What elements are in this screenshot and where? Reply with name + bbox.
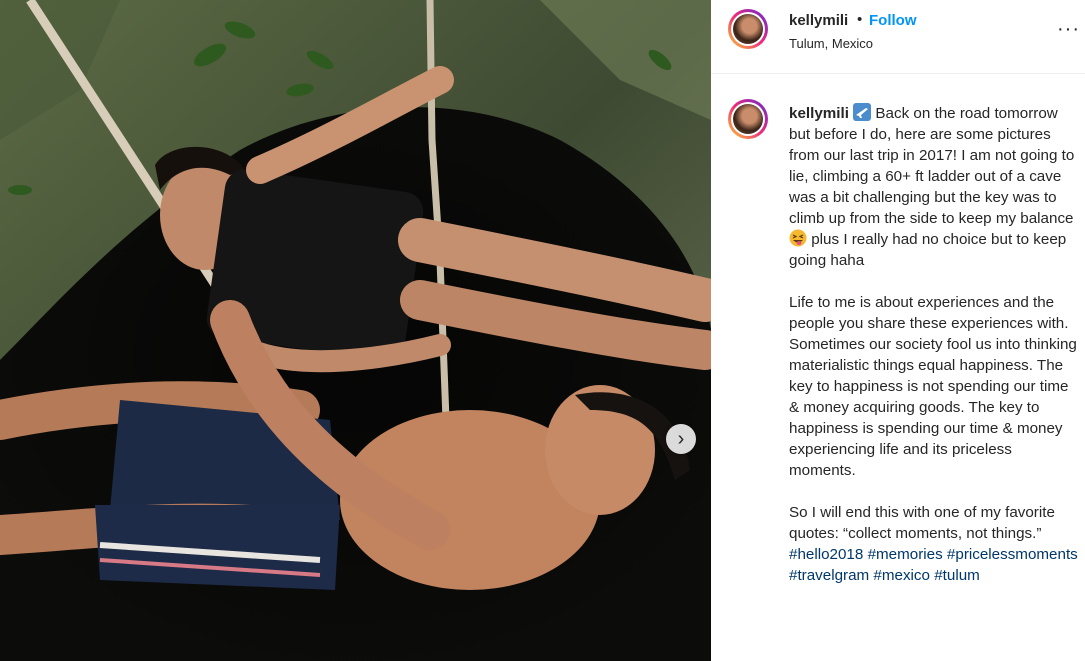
ellipsis-icon[interactable]: ··· <box>1057 18 1080 41</box>
hashtag-link[interactable]: #tulum <box>934 567 980 584</box>
caption-username[interactable]: kellymili <box>789 105 849 122</box>
airplane-emoji <box>853 103 872 121</box>
next-photo-button[interactable]: › <box>666 424 696 454</box>
avatar-image <box>733 104 763 134</box>
photo-illustration <box>0 0 711 661</box>
caption-paragraph-1: Back on the road tomorrow but before I d… <box>789 105 1075 227</box>
header-separator: • <box>857 11 863 28</box>
hashtag-link[interactable]: #pricelessmoments <box>947 546 1078 563</box>
caption-avatar[interactable] <box>728 99 768 139</box>
caption-text: kellymili Back on the road tomorrow but … <box>789 103 1079 607</box>
chevron-right-icon: › <box>677 427 685 450</box>
hashtag-link[interactable]: #hello2018 <box>789 546 863 563</box>
caption-paragraph-2: Life to me is about experiences and the … <box>789 294 1077 479</box>
follow-button[interactable]: Follow <box>869 12 917 29</box>
squinting-face-with-tongue-emoji <box>789 229 807 247</box>
avatar[interactable] <box>728 9 768 49</box>
hashtag-link[interactable]: #mexico <box>873 567 930 584</box>
caption-paragraph-3: So I will end this with one of my favori… <box>789 504 1055 542</box>
post-photo: › <box>0 0 711 661</box>
header-username[interactable]: kellymili <box>789 12 848 29</box>
hashtag-link[interactable]: #memories <box>868 546 943 563</box>
caption-paragraph-1-end: plus I really had no choice but to keep … <box>789 231 1067 269</box>
hashtag-link[interactable]: #travelgram <box>789 567 869 584</box>
location-link[interactable]: Tulum, Mexico <box>789 36 873 51</box>
post-sidebar: kellymili • Follow Tulum, Mexico ··· kel… <box>711 0 1085 661</box>
avatar-image <box>733 14 763 44</box>
post-header: kellymili • Follow Tulum, Mexico ··· <box>711 0 1085 74</box>
